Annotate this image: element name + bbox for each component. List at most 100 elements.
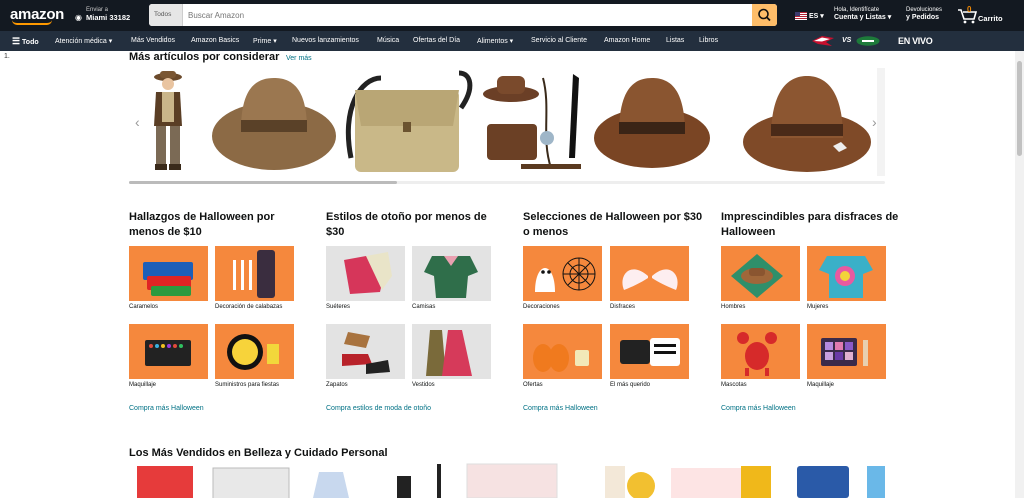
tile-image <box>215 324 294 379</box>
sub-navbar: ☰ Todo Atención médica ▾ Más Vendidos Am… <box>0 31 1024 51</box>
product-costume-image[interactable] <box>144 68 192 176</box>
nav-item-best-sellers[interactable]: Más Vendidos <box>131 37 175 44</box>
tile-makeup[interactable]: Maquillaje <box>129 324 208 388</box>
nav-item-deals[interactable]: Ofertas del Día <box>413 37 460 44</box>
tile-image <box>129 246 208 301</box>
card-title: Hallazgos de Halloween por menos de $10 <box>129 211 275 238</box>
cart-label: Carrito <box>978 14 1003 23</box>
carousel-title: Más artículos por considerar <box>129 51 280 63</box>
nav-item-label: Atención médica <box>55 38 107 45</box>
tile-caption: Caramelos <box>129 304 159 310</box>
amazon-smile-icon <box>12 20 52 25</box>
tile-costumes[interactable]: Disfraces <box>610 246 689 310</box>
all-menu-button[interactable]: ☰ Todo <box>12 36 39 47</box>
product-satchel-image[interactable] <box>341 68 477 176</box>
product-fedora-image[interactable] <box>211 68 337 176</box>
search-category-select[interactable]: Todos <box>149 4 183 26</box>
card-link[interactable]: Compra más Halloween <box>523 405 598 412</box>
orders-label: y Pedidos <box>906 14 940 21</box>
cart-count: 0 <box>967 5 972 14</box>
tile-sweaters[interactable]: Suéteres <box>326 246 405 310</box>
tile-image <box>721 324 800 379</box>
card-link[interactable]: Compra más Halloween <box>721 405 796 412</box>
nav-item-lists[interactable]: Listas <box>666 37 684 44</box>
tile-image <box>129 324 208 379</box>
card-link[interactable]: Compra más Halloween <box>129 405 204 412</box>
search-input[interactable] <box>185 4 745 26</box>
see-more-link[interactable]: Ver más <box>286 55 312 62</box>
carousel-scrollbar[interactable] <box>129 181 885 184</box>
tile-decorations[interactable]: Decoraciones <box>523 246 602 310</box>
nav-item-amazon-home[interactable]: Amazon Home <box>604 37 650 44</box>
tile-image <box>215 246 294 301</box>
tile-caption: Mujeres <box>807 304 829 310</box>
top-navbar: amazon ◉ Enviar a Miami 33182 Todos ES ▾… <box>0 0 1024 31</box>
tile-caption: Mascotas <box>721 382 747 388</box>
tile-shoes[interactable]: Zapatos <box>326 324 405 388</box>
game-promo-banner[interactable]: VS <box>810 34 880 48</box>
beauty-product-row <box>129 462 885 498</box>
carousel-edge <box>877 68 885 176</box>
nav-item-books[interactable]: Libros <box>699 37 718 44</box>
product-costume-set-image[interactable] <box>481 68 591 176</box>
carousel-scroll-thumb[interactable] <box>129 181 397 184</box>
tile-caption: Hombres <box>721 304 746 310</box>
nav-item-new-releases[interactable]: Nuevos lanzamientos <box>292 37 359 44</box>
page-scroll-thumb[interactable] <box>1017 61 1022 156</box>
nav-item-health[interactable]: Atención médica ▾ <box>55 37 112 45</box>
tile-deals[interactable]: Ofertas <box>523 324 602 388</box>
tile-pets[interactable]: Mascotas <box>721 324 800 388</box>
beauty-products-image[interactable] <box>129 462 885 498</box>
patriots-logo-icon <box>812 36 834 46</box>
card-link[interactable]: Compra estilos de moda de otoño <box>326 405 431 412</box>
card-title: Selecciones de Halloween por $30 o menos <box>523 211 703 238</box>
nav-item-groceries[interactable]: Alimentos ▾ <box>477 37 513 45</box>
tile-pumpkin-decor[interactable]: Decoración de calabazas <box>215 246 294 310</box>
search-bar: Todos <box>149 4 777 26</box>
jets-logo-icon <box>856 36 880 46</box>
tile-men[interactable]: Hombres <box>721 246 800 310</box>
tile-caption: Maquillaje <box>807 382 835 388</box>
tile-candy[interactable]: Caramelos <box>129 246 208 310</box>
tile-most-loved[interactable]: El más querido <box>610 324 689 388</box>
product-leather-hat-image[interactable] <box>593 68 711 176</box>
nav-item-label: Prime <box>253 38 272 45</box>
language-select[interactable]: ES ▾ <box>809 12 824 20</box>
nav-item-customer-service[interactable]: Servicio al Cliente <box>531 37 587 44</box>
all-menu-label: Todo <box>22 39 39 46</box>
tile-shirts[interactable]: Camisas <box>412 246 491 310</box>
tile-caption: Decoraciones <box>523 304 560 310</box>
tile-women[interactable]: Mujeres <box>807 246 886 310</box>
carousel-next-button[interactable]: › <box>872 114 877 130</box>
returns-orders[interactable]: Devoluciones y Pedidos <box>906 6 942 22</box>
carousel-prev-button[interactable]: ‹ <box>135 114 140 130</box>
nav-item-music[interactable]: Música <box>377 37 399 44</box>
card-title: Estilos de otoño por menos de $30 <box>326 211 487 238</box>
account-lists[interactable]: Hola, Identifícate Cuenta y Listas ▾ <box>834 6 891 22</box>
search-icon <box>758 8 771 22</box>
tile-caption: Maquillaje <box>129 382 157 388</box>
product-carousel <box>129 68 885 176</box>
live-label[interactable]: EN VIVO <box>898 36 933 46</box>
tile-dresses[interactable]: Vestidos <box>412 324 491 388</box>
search-button[interactable] <box>752 4 777 26</box>
card-halloween-under-30: Selecciones de Halloween por $30 o menos <box>523 210 703 245</box>
page-scrollbar[interactable] <box>1015 51 1024 498</box>
product-distressed-hat-image[interactable] <box>741 68 873 176</box>
tile-image <box>412 246 491 301</box>
deliver-to[interactable]: ◉ Enviar a Miami 33182 <box>75 6 130 22</box>
list-marker: 1. <box>4 53 10 60</box>
tile-caption: Disfraces <box>610 304 636 310</box>
account-label: Cuenta y Listas <box>834 14 886 21</box>
tile-makeup-2[interactable]: Maquillaje <box>807 324 886 388</box>
tile-caption: Zapatos <box>326 382 348 388</box>
tile-party-supplies[interactable]: Suministros para fiestas <box>215 324 294 388</box>
returns-label: Devoluciones <box>906 7 943 13</box>
tile-image <box>412 324 491 379</box>
tile-caption: Decoración de calabazas <box>215 304 283 310</box>
us-flag-icon[interactable] <box>795 12 807 20</box>
cart-button[interactable]: 0 Carrito <box>957 5 1017 27</box>
card-fall-styles-under-30: Estilos de otoño por menos de $30 <box>326 210 506 245</box>
nav-item-amazon-basics[interactable]: Amazon Basics <box>191 37 239 44</box>
nav-item-prime[interactable]: Prime ▾ <box>253 37 277 45</box>
